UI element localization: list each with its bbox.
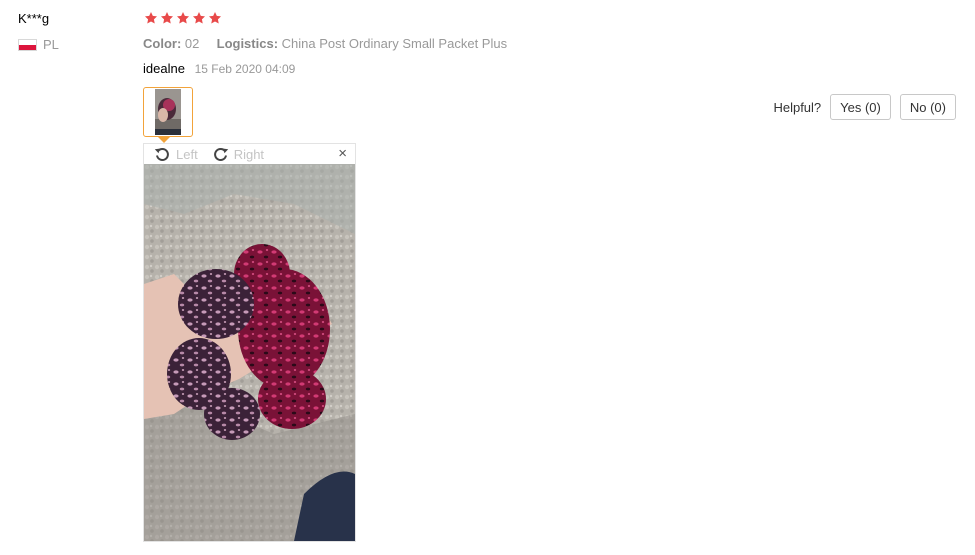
review-photo-thumbnail[interactable]	[143, 87, 193, 137]
rotate-right-label: Right	[233, 146, 265, 162]
rotate-left-icon	[154, 147, 169, 161]
rotate-left-button[interactable]: Left	[154, 147, 198, 162]
star-icon	[208, 11, 222, 25]
helpful-yes-button[interactable]: Yes (0)	[830, 94, 891, 120]
comment-date: 15 Feb 2020 04:09	[194, 62, 296, 76]
poland-flag-icon	[18, 38, 37, 51]
review-comment: idealne 15 Feb 2020 04:09	[143, 61, 295, 76]
star-rating	[144, 11, 222, 25]
helpful-no-button[interactable]: No (0)	[899, 94, 956, 120]
comment-text: idealne	[143, 61, 185, 76]
rotate-right-button[interactable]: Right	[212, 147, 264, 162]
viewer-toolbar: Left Right ×	[144, 144, 355, 164]
star-icon	[160, 11, 174, 25]
star-icon	[176, 11, 190, 25]
rotate-right-icon	[213, 147, 228, 161]
attr-color-key: Color:	[143, 36, 182, 51]
photo-viewer: Left Right ×	[143, 143, 356, 542]
attr-color-value: 02	[184, 36, 200, 51]
reviewer-country: PL	[18, 37, 59, 52]
reviewer-name: K***g	[18, 11, 50, 26]
review-photo-large	[144, 164, 355, 541]
helpful-label: Helpful?	[773, 99, 822, 115]
product-attributes: Color: 02 Logistics: China Post Ordinary…	[143, 36, 507, 51]
rotate-left-label: Left	[176, 146, 198, 162]
helpful-vote: Helpful? Yes (0) No (0)	[773, 94, 956, 120]
star-icon	[192, 11, 206, 25]
thumbnail-image	[155, 89, 181, 135]
star-icon	[144, 11, 158, 25]
country-code: PL	[43, 37, 59, 52]
close-viewer-button[interactable]: ×	[338, 146, 347, 162]
attr-logistics-value: China Post Ordinary Small Packet Plus	[281, 36, 508, 51]
attr-logistics-key: Logistics:	[216, 36, 279, 51]
